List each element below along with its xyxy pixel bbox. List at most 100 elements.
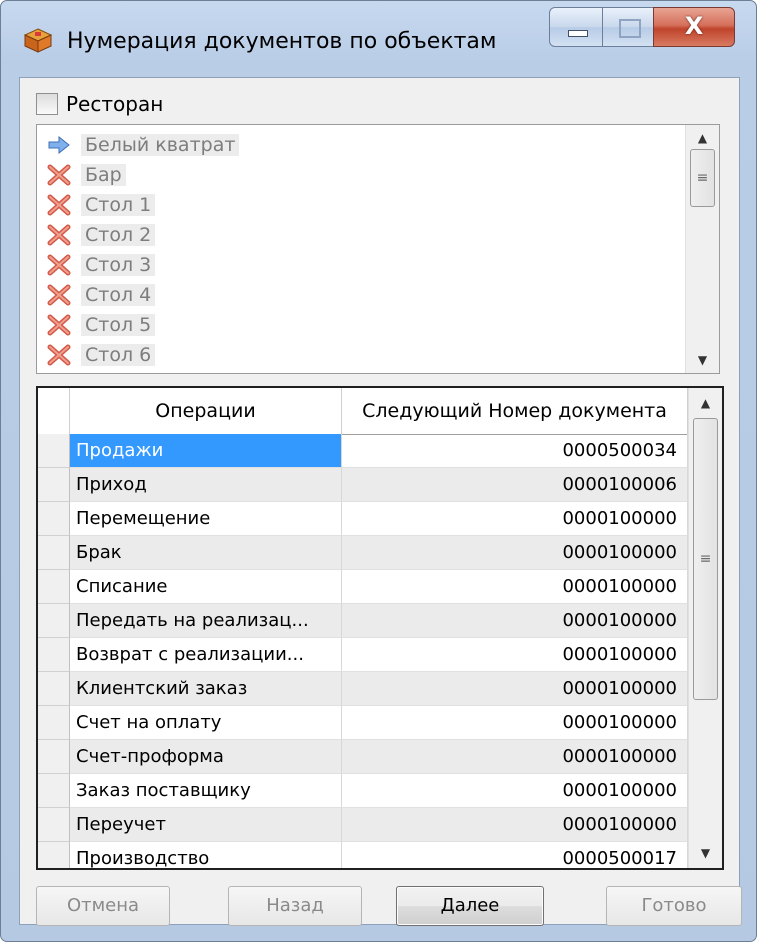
- operation-cell[interactable]: Счет на оплату: [70, 706, 342, 740]
- scroll-up-icon[interactable]: ▲: [686, 127, 719, 149]
- operation-cell[interactable]: Счет-проформа: [70, 740, 342, 774]
- row-indicator[interactable]: [38, 434, 70, 468]
- dialog-body: Ресторан Белый кватрат Бар Стол 1 Стол 2…: [19, 77, 742, 926]
- operations-grid[interactable]: Операции Следующий Номер документа Прода…: [36, 386, 724, 870]
- list-item-label: Стол 3: [81, 254, 156, 276]
- cross-icon: [45, 312, 73, 338]
- restaurant-checkbox-row[interactable]: Ресторан: [36, 90, 163, 118]
- finish-button[interactable]: Готово: [606, 886, 742, 926]
- grip-icon: ≡: [699, 551, 712, 567]
- table-row[interactable]: Передать на реализац... 0000100000: [38, 604, 688, 638]
- table-row[interactable]: Продажи 0000500034: [38, 434, 688, 468]
- number-cell[interactable]: 0000100000: [342, 502, 688, 536]
- app-box-icon: [23, 28, 53, 53]
- list-item[interactable]: Бар: [45, 159, 126, 191]
- row-indicator[interactable]: [38, 774, 70, 808]
- list-item[interactable]: Стол 6: [45, 339, 156, 371]
- objects-list[interactable]: Белый кватрат Бар Стол 1 Стол 2 Стол 3 С…: [36, 124, 720, 374]
- operation-cell[interactable]: Возврат с реализации...: [70, 638, 342, 672]
- window-title: Нумерация документов по объектам: [67, 29, 497, 54]
- scroll-down-icon[interactable]: ▼: [686, 349, 719, 371]
- row-indicator[interactable]: [38, 468, 70, 502]
- operation-cell[interactable]: Перемещение: [70, 502, 342, 536]
- table-row[interactable]: Возврат с реализации... 0000100000: [38, 638, 688, 672]
- grid-scrollbar[interactable]: ▲ ≡ ▼: [688, 388, 722, 868]
- list-item-label: Стол 1: [81, 194, 156, 216]
- number-cell[interactable]: 0000100000: [342, 570, 688, 604]
- list-item-label: Стол 4: [81, 284, 156, 306]
- column-header-operations[interactable]: Операции: [70, 388, 342, 434]
- list-item[interactable]: Стол 4: [45, 279, 156, 311]
- number-cell[interactable]: 0000100000: [342, 672, 688, 706]
- list-item-label: Стол 6: [81, 344, 156, 366]
- table-row[interactable]: Заказ поставщику 0000100000: [38, 774, 688, 808]
- list-item[interactable]: Стол 2: [45, 219, 156, 251]
- row-indicator[interactable]: [38, 842, 70, 868]
- table-row[interactable]: Брак 0000100000: [38, 536, 688, 570]
- scroll-up-icon[interactable]: ▲: [689, 392, 722, 414]
- arrow-right-icon: [45, 132, 73, 158]
- objects-scrollbar[interactable]: ▲ ≡ ▼: [685, 125, 719, 373]
- list-item-label: Бар: [81, 164, 126, 186]
- number-cell[interactable]: 0000100000: [342, 604, 688, 638]
- cross-icon: [45, 192, 73, 218]
- table-row[interactable]: Перемещение 0000100000: [38, 502, 688, 536]
- operation-cell[interactable]: Брак: [70, 536, 342, 570]
- operation-cell[interactable]: Производство: [70, 842, 342, 868]
- grip-icon: ≡: [696, 170, 709, 186]
- operation-cell[interactable]: Приход: [70, 468, 342, 502]
- number-cell[interactable]: 0000100000: [342, 638, 688, 672]
- close-button[interactable]: X: [653, 7, 735, 47]
- dialog-window: Нумерация документов по объектам X Ресто…: [0, 0, 757, 942]
- operation-cell[interactable]: Продажи: [70, 434, 342, 468]
- table-row[interactable]: Переучет 0000100000: [38, 808, 688, 842]
- next-button[interactable]: Далее: [396, 886, 544, 926]
- operation-cell[interactable]: Списание: [70, 570, 342, 604]
- column-header-next-number[interactable]: Следующий Номер документа: [342, 388, 688, 434]
- number-cell[interactable]: 0000500017: [342, 842, 688, 868]
- number-cell[interactable]: 0000100000: [342, 706, 688, 740]
- list-item[interactable]: Белый кватрат: [45, 129, 240, 161]
- back-button[interactable]: Назад: [228, 886, 362, 926]
- grid-scroll-thumb[interactable]: ≡: [693, 418, 718, 700]
- table-row[interactable]: Списание 0000100000: [38, 570, 688, 604]
- table-row[interactable]: Счет-проформа 0000100000: [38, 740, 688, 774]
- row-indicator[interactable]: [38, 502, 70, 536]
- title-bar[interactable]: Нумерация документов по объектам X: [1, 1, 756, 75]
- restaurant-checkbox-label[interactable]: Ресторан: [66, 92, 163, 116]
- table-row[interactable]: Производство 0000500017: [38, 842, 688, 868]
- number-cell[interactable]: 0000100006: [342, 468, 688, 502]
- row-indicator[interactable]: [38, 604, 70, 638]
- table-row[interactable]: Клиентский заказ 0000100000: [38, 672, 688, 706]
- row-indicator[interactable]: [38, 706, 70, 740]
- row-indicator[interactable]: [38, 638, 70, 672]
- number-cell[interactable]: 0000100000: [342, 774, 688, 808]
- number-cell[interactable]: 0000100000: [342, 808, 688, 842]
- operation-cell[interactable]: Переучет: [70, 808, 342, 842]
- table-row[interactable]: Счет на оплату 0000100000: [38, 706, 688, 740]
- number-cell[interactable]: 0000100000: [342, 536, 688, 570]
- number-cell[interactable]: 0000500034: [342, 434, 688, 468]
- operation-cell[interactable]: Передать на реализац...: [70, 604, 342, 638]
- row-indicator[interactable]: [38, 808, 70, 842]
- row-indicator[interactable]: [38, 740, 70, 774]
- row-indicator[interactable]: [38, 672, 70, 706]
- scroll-down-icon[interactable]: ▼: [689, 842, 722, 864]
- objects-scroll-thumb[interactable]: ≡: [690, 149, 715, 207]
- maximize-button: [602, 7, 654, 47]
- header-corner: [38, 388, 70, 434]
- number-cell[interactable]: 0000100000: [342, 740, 688, 774]
- operation-cell[interactable]: Заказ поставщику: [70, 774, 342, 808]
- list-item[interactable]: Стол 5: [45, 309, 156, 341]
- restaurant-checkbox[interactable]: [36, 93, 58, 115]
- operation-cell[interactable]: Клиентский заказ: [70, 672, 342, 706]
- close-icon: X: [684, 12, 704, 40]
- list-item[interactable]: Стол 1: [45, 189, 156, 221]
- row-indicator[interactable]: [38, 570, 70, 604]
- table-row[interactable]: Приход 0000100006: [38, 468, 688, 502]
- list-item[interactable]: Стол 3: [45, 249, 156, 281]
- cancel-button[interactable]: Отмена: [36, 886, 170, 926]
- row-indicator[interactable]: [38, 536, 70, 570]
- grid-header: Операции Следующий Номер документа: [38, 388, 688, 435]
- minimize-button[interactable]: [549, 7, 603, 47]
